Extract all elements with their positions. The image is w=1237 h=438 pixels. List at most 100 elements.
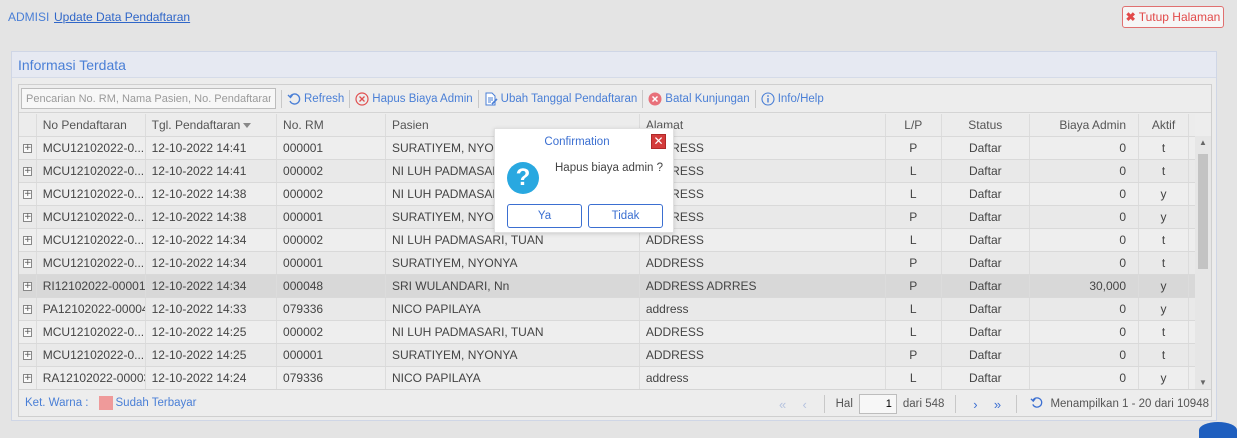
cancel-circle-icon: [355, 91, 369, 106]
cell-pasien: SURATIYEM, NYONYA: [386, 252, 640, 274]
breadcrumb-module[interactable]: ADMISI: [8, 10, 49, 24]
cell-biaya-admin: 30,000: [1030, 275, 1140, 297]
cell-tgl-pendaftaran: 12-10-2022 14:24: [146, 367, 278, 389]
dialog-close-icon[interactable]: ✕: [651, 134, 666, 149]
column-header-lp[interactable]: L/P: [886, 114, 942, 136]
paid-color-swatch: [98, 396, 113, 410]
cancel-visit-label: Batal Kunjungan: [665, 92, 750, 105]
column-header-status[interactable]: Status: [942, 114, 1030, 136]
change-date-button[interactable]: Ubah Tanggal Pendaftaran: [484, 92, 637, 106]
legend-label: Ket. Warna :: [25, 397, 89, 409]
table-row[interactable]: + RA12102022-00003 12-10-2022 14:24 079336 N…: [19, 367, 1195, 390]
cell-aktif: y: [1139, 275, 1189, 297]
scroll-down-icon[interactable]: ▼: [1195, 376, 1211, 390]
cell-alamat: ADDRESS ADRRES: [640, 275, 886, 297]
first-page-icon[interactable]: «: [775, 397, 791, 412]
expand-row-icon[interactable]: +: [23, 166, 32, 176]
cell-aktif: t: [1139, 344, 1189, 366]
cancel-visit-button[interactable]: Batal Kunjungan: [648, 92, 750, 106]
expand-row-icon[interactable]: +: [23, 304, 32, 314]
close-page-button[interactable]: ✖ Tutup Halaman: [1122, 6, 1224, 28]
expand-row-icon[interactable]: +: [23, 281, 32, 291]
column-header-tgl-pendaftaran[interactable]: Tgl. Pendaftaran: [146, 114, 278, 136]
cell-biaya-admin: 0: [1030, 298, 1140, 320]
table-row[interactable]: + MCU12102022-0... 12-10-2022 14:25 000001 S…: [19, 344, 1195, 367]
cell-biaya-admin: 0: [1030, 321, 1140, 343]
cell-aktif: y: [1139, 183, 1189, 205]
top-bar: ADMISI Update Data Pendaftaran ✖ Tutup H…: [0, 0, 1237, 34]
cell-pasien: SURATIYEM, NYONYA: [386, 344, 640, 366]
expand-row-icon[interactable]: +: [23, 235, 32, 245]
cell-lp: P: [886, 344, 942, 366]
table-row[interactable]: + MCU12102022-0... 12-10-2022 14:25 000002 N…: [19, 321, 1195, 344]
page-label: Hal: [835, 398, 853, 410]
column-header-no-pendaftaran[interactable]: No Pendaftaran: [37, 114, 146, 136]
grid-footer: Ket. Warna : Sudah Terbayar « ‹ Hal dari…: [19, 389, 1211, 416]
toolbar-divider: [754, 89, 756, 108]
next-page-icon[interactable]: ›: [967, 397, 983, 412]
cell-tgl-pendaftaran: 12-10-2022 14:25: [146, 321, 278, 343]
cell-aktif: t: [1139, 321, 1189, 343]
expand-cell: +: [19, 137, 37, 159]
cell-aktif: t: [1139, 229, 1189, 251]
reload-icon[interactable]: [1028, 396, 1044, 412]
cell-aktif: t: [1139, 137, 1189, 159]
cell-no-rm: 000002: [277, 160, 386, 182]
close-page-label: Tutup Halaman: [1138, 10, 1221, 24]
toolbar-divider: [642, 89, 644, 108]
column-header-biaya-admin[interactable]: Biaya Admin: [1030, 114, 1140, 136]
cell-no-rm: 000002: [277, 183, 386, 205]
breadcrumb-page[interactable]: Update Data Pendaftaran: [54, 10, 190, 24]
toolbar-divider: [477, 89, 479, 108]
search-input[interactable]: [21, 88, 276, 109]
expand-row-icon[interactable]: +: [23, 258, 32, 268]
table-row[interactable]: + MCU12102022-0... 12-10-2022 14:34 000001 S…: [19, 252, 1195, 275]
refresh-icon: [287, 92, 301, 106]
cell-tgl-pendaftaran: 12-10-2022 14:25: [146, 344, 278, 366]
cell-no-rm: 000048: [277, 275, 386, 297]
expand-row-icon[interactable]: +: [23, 327, 32, 337]
column-header-aktif[interactable]: Aktif: [1139, 114, 1189, 136]
no-button[interactable]: Tidak: [588, 204, 663, 228]
vertical-scrollbar[interactable]: ▲ ▼: [1195, 136, 1211, 390]
cell-no-rm: 000001: [277, 252, 386, 274]
column-header-alamat[interactable]: Alamat: [640, 114, 886, 136]
cell-biaya-admin: 0: [1030, 229, 1140, 251]
cell-no-rm: 000001: [277, 137, 386, 159]
cell-biaya-admin: 0: [1030, 206, 1140, 228]
expand-row-icon[interactable]: +: [23, 373, 32, 383]
cell-tgl-pendaftaran: 12-10-2022 14:34: [146, 275, 278, 297]
expand-row-icon[interactable]: +: [23, 350, 32, 360]
cell-status: Daftar: [942, 344, 1030, 366]
display-info: Menampilkan 1 - 20 dari 10948: [1050, 398, 1209, 410]
yes-button[interactable]: Ya: [507, 204, 582, 228]
cell-aktif: y: [1139, 367, 1189, 389]
column-header-no-rm[interactable]: No. RM: [277, 114, 386, 136]
page-number-input[interactable]: [858, 394, 897, 414]
cell-no-pendaftaran: MCU12102022-0...: [37, 206, 146, 228]
cell-status: Daftar: [942, 206, 1030, 228]
last-page-icon[interactable]: »: [989, 397, 1005, 412]
expand-cell: +: [19, 160, 37, 182]
refresh-button[interactable]: Refresh: [287, 92, 344, 106]
info-help-button[interactable]: Info/Help: [761, 91, 824, 106]
expand-row-icon[interactable]: +: [23, 189, 32, 199]
cell-lp: L: [886, 160, 942, 182]
delete-admin-fee-button[interactable]: Hapus Biaya Admin: [355, 91, 473, 106]
expand-row-icon[interactable]: +: [23, 212, 32, 222]
cell-no-rm: 000001: [277, 206, 386, 228]
cell-status: Daftar: [942, 183, 1030, 205]
scroll-thumb[interactable]: [1198, 154, 1208, 269]
table-row[interactable]: + PA12102022-00004 12-10-2022 14:33 079336 N…: [19, 298, 1195, 321]
expand-row-icon[interactable]: +: [23, 143, 32, 153]
cell-alamat: ADDRESS: [640, 183, 886, 205]
corner-widget[interactable]: [1199, 422, 1237, 438]
pager-divider: [955, 395, 957, 413]
prev-page-icon[interactable]: ‹: [797, 397, 813, 412]
expand-cell: +: [19, 183, 37, 205]
registered-info-panel: Informasi Terdata Refresh Hapus Biaya Ad…: [11, 51, 1217, 421]
cell-tgl-pendaftaran: 12-10-2022 14:41: [146, 137, 278, 159]
table-row[interactable]: + RI12102022-00001 12-10-2022 14:34 000048 S…: [19, 275, 1195, 298]
scroll-up-icon[interactable]: ▲: [1195, 136, 1211, 150]
cell-tgl-pendaftaran: 12-10-2022 14:33: [146, 298, 278, 320]
